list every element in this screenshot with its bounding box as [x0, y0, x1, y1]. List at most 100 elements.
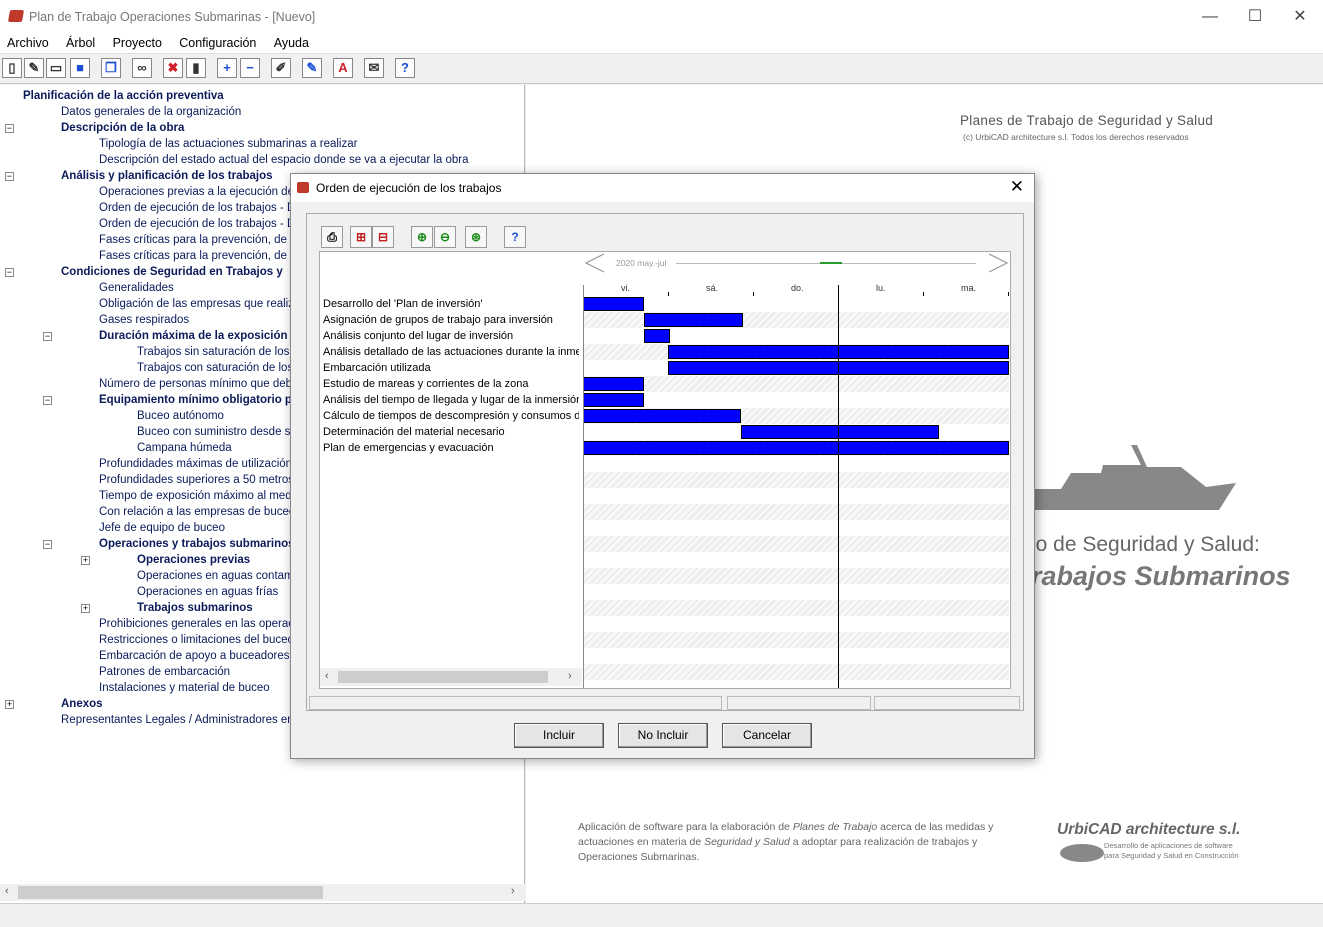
task-label[interactable]: Desarrollo del 'Plan de inversión': [323, 296, 579, 312]
task-label[interactable]: Embarcación utilizada: [323, 360, 579, 376]
exclude-button[interactable]: No Incluir: [618, 723, 708, 748]
tree-item[interactable]: Instalaciones y material de buceo: [99, 680, 290, 696]
save-icon[interactable]: ■: [70, 58, 90, 78]
delete-icon[interactable]: ✖: [163, 58, 183, 78]
tree-item[interactable]: Fases críticas para la prevención, de ma…: [99, 232, 290, 248]
tree-item[interactable]: Restricciones o limitaciones del buceo: [99, 632, 290, 648]
close-button[interactable]: ✕: [1277, 5, 1323, 29]
tree-item[interactable]: Jefe de equipo de buceo: [99, 520, 290, 536]
tree-item[interactable]: Profundidades máximas de utilización de: [99, 456, 290, 472]
maximize-button[interactable]: ☐: [1232, 5, 1278, 29]
tree-item[interactable]: Orden de ejecución de los trabajos - Dia…: [99, 200, 290, 216]
tree-item[interactable]: Fases críticas para la prevención, de ma…: [99, 248, 290, 264]
tree-item[interactable]: Descripción de la obra: [61, 120, 520, 136]
note-icon[interactable]: ✉: [364, 58, 384, 78]
remove-icon[interactable]: −: [240, 58, 260, 78]
expand-icon[interactable]: +: [81, 604, 90, 613]
tree-item[interactable]: Tiempo de exposición máximo al medio hip…: [99, 488, 290, 504]
tree-item[interactable]: Campana húmeda: [137, 440, 290, 456]
task-label[interactable]: Análisis conjunto del lugar de inversión: [323, 328, 579, 344]
tree-item[interactable]: Descripción del estado actual del espaci…: [99, 152, 520, 168]
gantt-bar[interactable]: [583, 297, 645, 311]
tree-item[interactable]: Equipamiento mínimo obligatorio por: [99, 392, 290, 408]
zoom-in-icon[interactable]: ⊕: [411, 226, 433, 248]
edit2-icon[interactable]: ✎: [302, 58, 322, 78]
task-label[interactable]: Asignación de grupos de trabajo para inv…: [323, 312, 579, 328]
task-label[interactable]: Determinación del material necesario: [323, 424, 579, 440]
tree-item[interactable]: Patrones de embarcación: [99, 664, 290, 680]
tree-item[interactable]: Operaciones previas: [137, 552, 290, 568]
tree-item[interactable]: Orden de ejecución de los trabajos - Dia…: [99, 216, 290, 232]
pdf-icon[interactable]: A: [333, 58, 353, 78]
expand-icon[interactable]: +: [5, 700, 14, 709]
scroll-right-icon[interactable]: ›: [568, 670, 572, 682]
scroll-left-icon[interactable]: ‹: [325, 670, 329, 682]
tree-item[interactable]: Planificación de la acción preventiva: [23, 88, 520, 104]
tree-item[interactable]: Trabajos submarinos: [137, 600, 290, 616]
print-icon[interactable]: ⎙: [321, 226, 343, 248]
collapse-icon[interactable]: −: [43, 396, 52, 405]
collapse-icon[interactable]: −: [5, 124, 14, 133]
collapse-icon[interactable]: −: [43, 540, 52, 549]
gantt-bar[interactable]: [644, 329, 670, 343]
grid-remove-icon[interactable]: ⊟: [372, 226, 394, 248]
tree-item[interactable]: Operaciones y trabajos submarinos: [99, 536, 290, 552]
menu-ayuda[interactable]: Ayuda: [267, 34, 316, 52]
tree-item[interactable]: Tipología de las actuaciones submarinas …: [99, 136, 520, 152]
new-icon[interactable]: ▯: [2, 58, 22, 78]
tree-item[interactable]: Prohibiciones generales en las operacion…: [99, 616, 290, 632]
tree-item[interactable]: Generalidades: [99, 280, 290, 296]
collapse-icon[interactable]: −: [5, 268, 14, 277]
scroll-left-icon[interactable]: ‹: [5, 885, 9, 897]
gantt-bar[interactable]: [583, 409, 742, 423]
tree-item[interactable]: Operaciones en aguas frías: [137, 584, 290, 600]
tree-item[interactable]: Trabajos con saturación de los trabajado…: [137, 360, 290, 376]
tree-item[interactable]: Profundidades superiores a 50 metros: [99, 472, 290, 488]
cancel-button[interactable]: Cancelar: [722, 723, 812, 748]
tree-item[interactable]: Embarcación de apoyo a buceadores: [99, 648, 290, 664]
gantt-bar[interactable]: [583, 377, 645, 391]
wand-icon[interactable]: ✎: [24, 58, 44, 78]
dialog-close-button[interactable]: ✕: [1010, 177, 1024, 197]
tree-item[interactable]: Operaciones previas a la ejecución de la…: [99, 184, 290, 200]
tree-item[interactable]: Datos generales de la organización: [61, 104, 520, 120]
binoculars-icon[interactable]: ∞: [132, 58, 152, 78]
scroll-thumb[interactable]: [18, 886, 323, 899]
add-icon[interactable]: +: [217, 58, 237, 78]
gantt-bar[interactable]: [644, 313, 744, 327]
scroll-right-icon[interactable]: ›: [511, 885, 515, 897]
open-icon[interactable]: ▭: [46, 58, 66, 78]
menu-configuracion[interactable]: Configuración: [172, 34, 263, 52]
tree-item[interactable]: Con relación a las empresas de buceo pro…: [99, 504, 290, 520]
copy-icon[interactable]: ❐: [101, 58, 121, 78]
trash-icon[interactable]: ▮: [186, 58, 206, 78]
tree-item[interactable]: Duración máxima de la exposición: [99, 328, 290, 344]
task-label[interactable]: Estudio de mareas y corrientes de la zon…: [323, 376, 579, 392]
expand-icon[interactable]: +: [81, 556, 90, 565]
collapse-icon[interactable]: −: [5, 172, 14, 181]
task-label[interactable]: Análisis detallado de las actuaciones du…: [323, 344, 579, 360]
menu-arbol[interactable]: Árbol: [59, 34, 102, 52]
task-label[interactable]: Plan de emergencias y evacuación: [323, 440, 579, 456]
tree-item[interactable]: Buceo con suministro desde superficie: [137, 424, 290, 440]
tree-item[interactable]: Número de personas mínimo que debe inter…: [99, 376, 290, 392]
edit-icon[interactable]: ✐: [271, 58, 291, 78]
task-label[interactable]: Análisis del tiempo de llegada y lugar d…: [323, 392, 579, 408]
menu-archivo[interactable]: Archivo: [0, 34, 56, 52]
minimize-button[interactable]: —: [1187, 5, 1233, 29]
gantt-bar[interactable]: [741, 425, 940, 439]
collapse-icon[interactable]: −: [43, 332, 52, 341]
tree-item[interactable]: Gases respirados: [99, 312, 290, 328]
gantt-bar[interactable]: [583, 393, 645, 407]
tree-horizontal-scrollbar[interactable]: ‹ ›: [0, 884, 525, 901]
include-button[interactable]: Incluir: [514, 723, 604, 748]
grid-add-icon[interactable]: ⊞: [350, 226, 372, 248]
tree-item[interactable]: Obligación de las empresas que realizan: [99, 296, 290, 312]
zoom-fit-icon[interactable]: ⊛: [465, 226, 487, 248]
task-label[interactable]: Cálculo de tiempos de descompresión y co…: [323, 408, 579, 424]
gantt-bar[interactable]: [583, 441, 1009, 455]
tree-item[interactable]: Trabajos sin saturación de los trabajado…: [137, 344, 290, 360]
scroll-thumb[interactable]: [338, 671, 548, 683]
help-icon[interactable]: ?: [504, 226, 526, 248]
help-icon[interactable]: ?: [395, 58, 415, 78]
